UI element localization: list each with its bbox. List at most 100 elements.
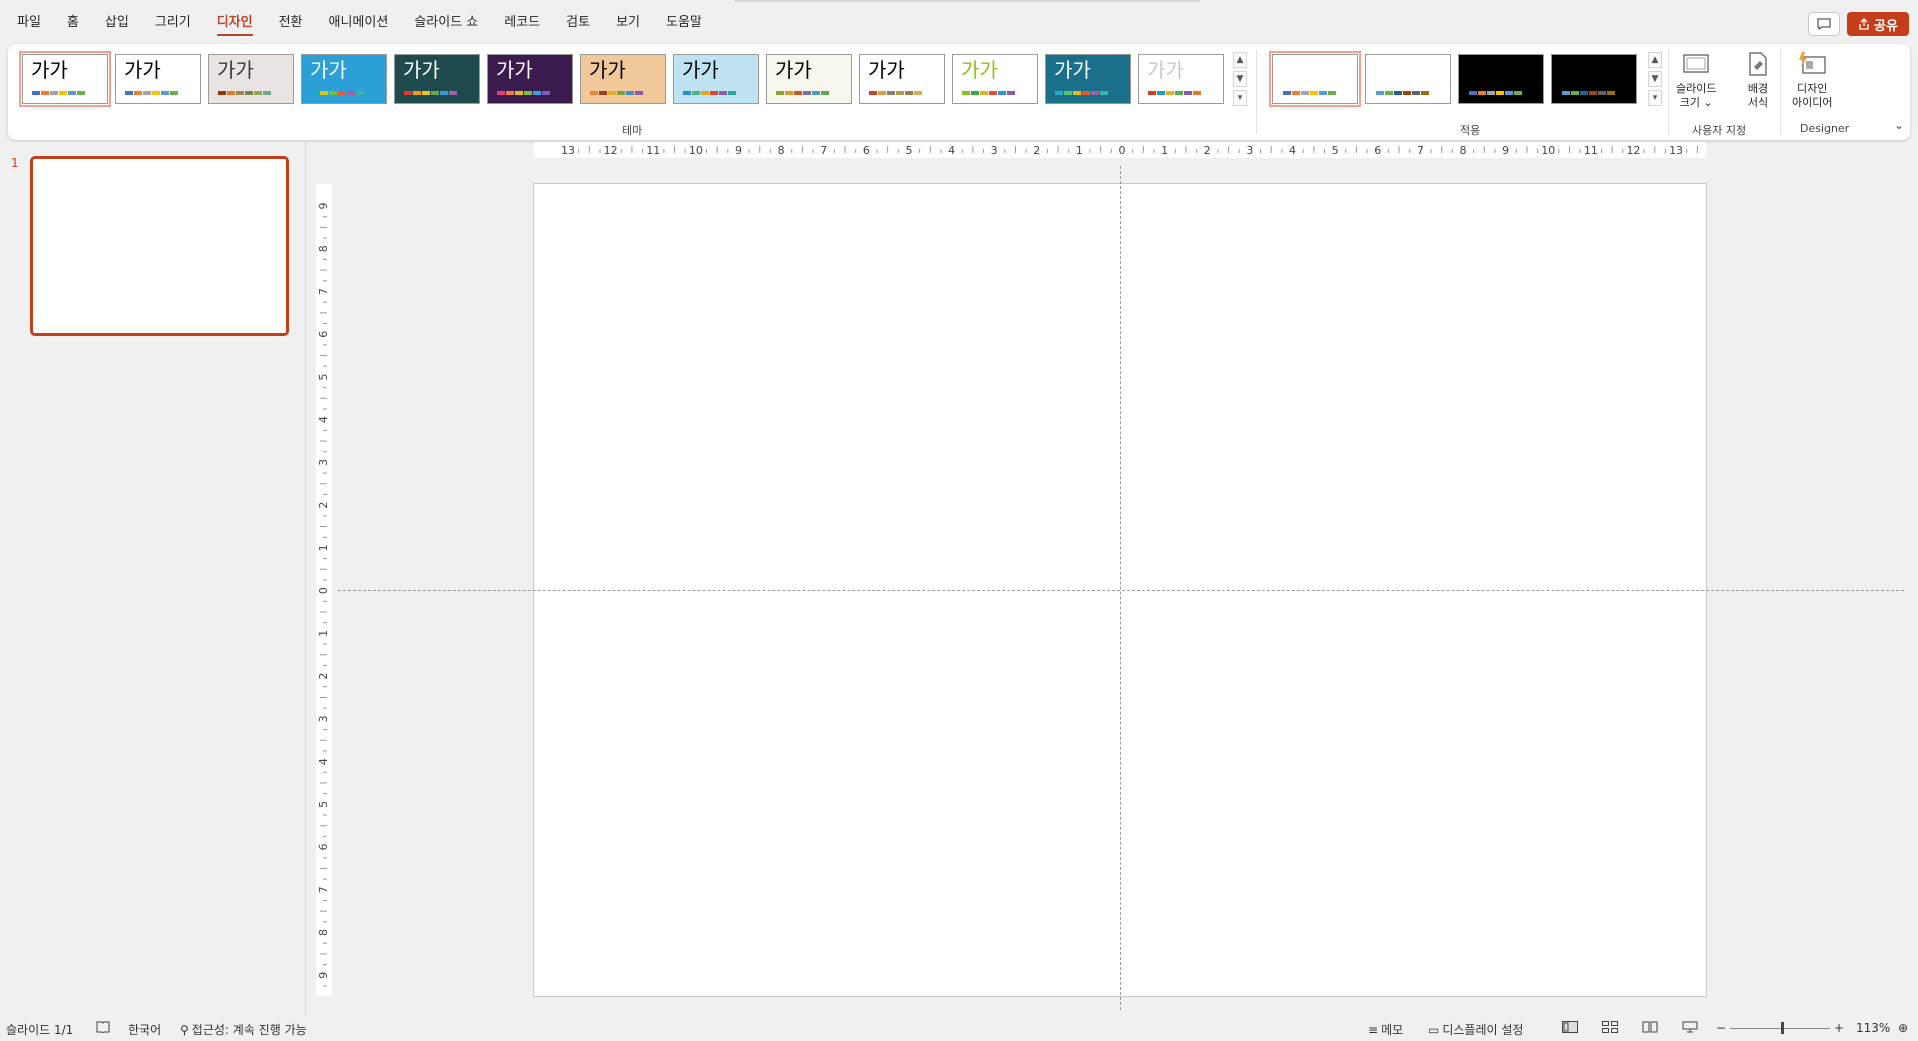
theme-thumbnail[interactable]: 가가 [952,54,1038,104]
tab-1[interactable]: 홈 [67,14,79,36]
ruler-label: 2 [317,673,330,680]
theme-color-swatches [776,91,830,95]
theme-thumbnail[interactable]: 가가 [394,54,480,104]
ruler-label: 3 [991,144,998,157]
theme-label: 가가 [1147,58,1184,82]
slideshow-icon[interactable] [1682,1021,1698,1033]
variant-thumbnail[interactable] [1269,51,1361,107]
tab-7[interactable]: 슬라이드 쇼 [414,14,478,36]
gallery-up-button[interactable]: ▲ [1233,52,1247,68]
variants-up-button[interactable]: ▲ [1648,52,1662,68]
theme-thumbnail[interactable]: 가가 [580,54,666,104]
theme-thumbnail[interactable]: 가가 [208,54,294,104]
tab-11[interactable]: 도움말 [666,14,702,36]
variant-thumbnail[interactable] [1458,54,1544,104]
gallery-more-button[interactable]: ▾ [1233,90,1247,106]
format-background-button[interactable]: 배경 서식 [1742,48,1774,110]
theme-color-swatches [683,91,737,95]
zoom-slider-handle[interactable] [1781,1022,1784,1034]
design-ideas-line1: 디자인 [1797,82,1828,95]
theme-thumbnail[interactable]: 가가 [115,54,201,104]
normal-view-icon[interactable] [1562,1021,1578,1033]
tab-3[interactable]: 그리기 [155,14,191,36]
variant-thumbnail[interactable] [1365,54,1451,104]
ruler-label: 1 [1161,144,1168,157]
theme-thumbnail[interactable]: 가가 [1045,54,1131,104]
variants-down-button[interactable]: ▼ [1648,71,1662,87]
customize-group-label: 사용자 지정 [1692,124,1747,137]
theme-thumbnail[interactable]: 가가 [19,51,111,107]
tab-5[interactable]: 전환 [279,14,303,36]
variants-more-button[interactable]: ▾ [1648,90,1662,106]
zoom-in-button[interactable]: + [1834,1021,1844,1035]
display-settings-label: 디스플레이 설정 [1442,1023,1524,1037]
fit-to-window-icon[interactable]: ⊕ [1898,1021,1908,1035]
spell-check-icon[interactable] [96,1021,110,1033]
zoom-level[interactable]: 113% [1856,1021,1890,1035]
ruler-label: 4 [317,416,330,423]
tab-10[interactable]: 보기 [616,14,640,36]
slide-thumbnail[interactable] [30,156,289,336]
theme-label: 가가 [682,58,719,82]
ruler-label: 2 [317,502,330,509]
title-drag-line [734,0,1200,2]
slide-size-line1: 슬라이드 [1676,82,1717,95]
language-indicator[interactable]: 한국어 [128,1021,161,1038]
variant-color-swatches [1376,91,1430,95]
status-bar: 슬라이드 1/1 한국어 ⚲ 접근성: 계속 진행 가능 ≡ 메모 ▭ 디스플레… [0,1016,1918,1041]
theme-thumbnail[interactable]: 가가 [766,54,852,104]
menu-bar: 파일 홈 삽입 그리기 디자인 전환 애니메이션 슬라이드 쇼 레코드 검토 보기 도움말 공유 [0,0,1918,48]
share-button[interactable]: 공유 [1847,12,1909,36]
ruler-label: 8 [1459,144,1466,157]
ruler-label: 10 [689,144,703,157]
format-background-icon [1749,52,1767,76]
slide-size-button[interactable]: 슬라이드 크기 ⌄ [1676,48,1716,110]
theme-label: 가가 [217,58,254,82]
ruler-label: 3 [317,459,330,466]
accessibility-button[interactable]: ⚲ 접근성: 계속 진행 가능 [180,1021,307,1038]
theme-thumbnail[interactable]: 가가 [673,54,759,104]
reading-view-icon[interactable] [1642,1021,1658,1033]
zoom-slider-track[interactable] [1730,1028,1830,1029]
ruler-label: 9 [317,203,330,210]
slide-count[interactable]: 슬라이드 1/1 [6,1021,73,1038]
design-ideas-line2: 아이디어 [1792,96,1833,109]
theme-thumbnail[interactable]: 가가 [301,54,387,104]
display-settings-button[interactable]: ▭ 디스플레이 설정 [1428,1021,1523,1038]
gallery-down-button[interactable]: ▼ [1233,71,1247,87]
theme-thumbnail[interactable]: 가가 [859,54,945,104]
ruler-label: 13 [561,144,575,157]
ruler-label: 11 [1584,144,1598,157]
tab-8[interactable]: 레코드 [504,14,540,36]
ruler-label: 2 [1204,144,1211,157]
design-ideas-button[interactable]: 디자인 아이디어 [1792,48,1832,110]
group-separator [1256,50,1257,134]
comments-button[interactable] [1808,12,1840,36]
collapse-ribbon-icon[interactable]: ⌄ [1894,118,1904,132]
variant-color-swatches [1562,91,1616,95]
zoom-out-button[interactable]: − [1716,1021,1726,1035]
tab-0[interactable]: 파일 [17,14,41,36]
slide-sorter-icon[interactable] [1602,1021,1618,1033]
vertical-guide[interactable] [1120,166,1121,1010]
ruler-label: 7 [317,886,330,893]
ruler-label: 1 [317,630,330,637]
tab-6[interactable]: 애니메이션 [329,14,389,36]
tab-2[interactable]: 삽입 [105,14,129,36]
theme-color-swatches [962,91,1016,95]
tab-9[interactable]: 검토 [566,14,590,36]
ruler-label: 12 [604,144,618,157]
theme-thumbnail[interactable]: 가가 [487,54,573,104]
ruler-label: 4 [948,144,955,157]
horizontal-guide[interactable] [338,590,1904,591]
display-settings-icon: ▭ [1428,1022,1440,1037]
variant-thumbnail[interactable] [1551,54,1637,104]
theme-thumbnail[interactable]: 가가 [1138,54,1224,104]
ruler-label: 9 [1502,144,1509,157]
tab-4[interactable]: 디자인 [216,14,253,36]
share-label: 공유 [1874,18,1898,34]
slide-size-line2: 크기 [1679,96,1700,109]
theme-color-swatches [590,91,644,95]
ruler-label: 2 [1033,144,1040,157]
notes-button[interactable]: ≡ 메모 [1368,1021,1403,1038]
